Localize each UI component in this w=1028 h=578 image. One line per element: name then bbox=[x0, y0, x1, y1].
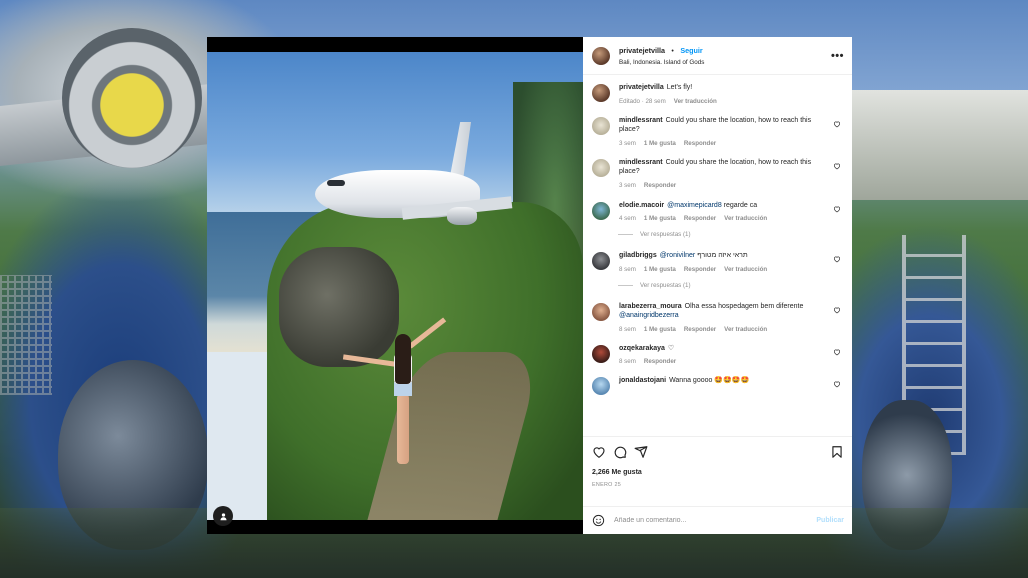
heart-icon[interactable] bbox=[833, 348, 841, 356]
post-date[interactable]: ENERO 25 bbox=[592, 482, 844, 488]
reply-button[interactable]: Responder bbox=[684, 266, 716, 273]
post-side-panel: privatejetvilla • Seguir Bali, Indonesia… bbox=[583, 37, 852, 534]
post-actions: 2,266 Me gusta ENERO 25 bbox=[583, 436, 852, 506]
heart-icon[interactable] bbox=[833, 162, 841, 170]
comment-username[interactable]: mindlessrant bbox=[619, 159, 663, 166]
comment-username[interactable]: elodie.macoir bbox=[619, 202, 664, 209]
comment-item: elodie.macoir @maximepicard8 regarde ca 4… bbox=[592, 201, 843, 222]
translate-link[interactable]: Ver traducción bbox=[724, 326, 767, 333]
heart-icon[interactable] bbox=[833, 380, 841, 388]
comment-item: giladbriggs @ronivilner תראי איזה מטורף 8… bbox=[592, 251, 843, 273]
comment-text: תראי איזה מטורף bbox=[695, 252, 748, 259]
avatar[interactable] bbox=[592, 302, 610, 321]
comment-text: Olha essa hospedagem bem diferente bbox=[684, 302, 804, 310]
comment-text: Wanna goooo 🤩🤩🤩🤩 bbox=[669, 377, 750, 384]
avatar[interactable] bbox=[592, 46, 610, 65]
comment-time[interactable]: 4 sem bbox=[619, 215, 636, 222]
bookmark-icon[interactable] bbox=[830, 445, 844, 459]
comment-item: mindlessrant Could you share the location… bbox=[592, 116, 843, 147]
avatar[interactable] bbox=[592, 377, 610, 395]
avatar[interactable] bbox=[592, 252, 610, 270]
more-icon[interactable]: ••• bbox=[831, 50, 844, 62]
view-replies-label: Ver respuestas (1) bbox=[640, 281, 691, 289]
post-media[interactable] bbox=[207, 37, 583, 534]
caption-username[interactable]: privatejetvilla bbox=[619, 84, 664, 91]
translate-link[interactable]: Ver traducción bbox=[674, 98, 717, 105]
avatar[interactable] bbox=[592, 344, 610, 363]
comment-time[interactable]: 8 sem bbox=[619, 266, 636, 273]
author-username[interactable]: privatejetvilla bbox=[619, 46, 665, 55]
reply-button[interactable]: Responder bbox=[644, 182, 676, 189]
avatar[interactable] bbox=[592, 158, 610, 177]
mention-link[interactable]: @anaingridbezerra bbox=[619, 312, 679, 319]
reply-button[interactable]: Responder bbox=[644, 358, 676, 365]
avatar[interactable] bbox=[592, 84, 610, 102]
comment-input[interactable] bbox=[614, 517, 817, 524]
comments-list[interactable]: privatejetvilla Let's fly! Editado · 28 s… bbox=[583, 75, 852, 436]
reply-button[interactable]: Responder bbox=[684, 140, 716, 147]
comment-text: regarde ca bbox=[721, 201, 758, 209]
follow-button[interactable]: Seguir bbox=[680, 46, 702, 55]
comment-item: larabezerra_moura Olha essa hospedagem be… bbox=[592, 302, 843, 333]
heart-icon[interactable] bbox=[833, 255, 841, 263]
view-replies-button[interactable]: Ver respuestas (1) bbox=[618, 282, 843, 289]
mention-link[interactable]: @maximepicard8 bbox=[667, 202, 722, 209]
view-replies-label: Ver respuestas (1) bbox=[640, 231, 691, 238]
comment-likes[interactable]: 1 Me gusta bbox=[644, 266, 676, 273]
likes-count[interactable]: 2,266 Me gusta bbox=[592, 469, 844, 476]
user-tag-icon[interactable] bbox=[213, 506, 233, 526]
comment-username[interactable]: ozqekarakaya bbox=[619, 345, 665, 352]
avatar[interactable] bbox=[592, 201, 610, 220]
heart-icon[interactable] bbox=[833, 306, 841, 314]
comment-item: ozqekarakaya ♡ 8 sem Responder bbox=[592, 344, 843, 365]
location-link[interactable]: Bali, Indonesia. Island of Gods bbox=[619, 57, 831, 68]
comment-icon[interactable] bbox=[613, 445, 627, 459]
comment-time[interactable]: 8 sem bbox=[619, 358, 636, 365]
comment-username[interactable]: jonaldastojani bbox=[619, 377, 666, 384]
translate-link[interactable]: Ver traducción bbox=[724, 215, 767, 222]
comment-likes[interactable]: 1 Me gusta bbox=[644, 326, 676, 333]
person bbox=[342, 317, 447, 484]
view-replies-button[interactable]: Ver respuestas (1) bbox=[618, 231, 843, 238]
caption: privatejetvilla Let's fly! Editado · 28 s… bbox=[592, 83, 843, 105]
comment-time[interactable]: 3 sem bbox=[619, 182, 636, 189]
comment-item: jonaldastojani Wanna goooo 🤩🤩🤩🤩 bbox=[592, 376, 843, 395]
heart-icon[interactable] bbox=[833, 205, 841, 213]
comment-username[interactable]: giladbriggs bbox=[619, 252, 657, 259]
post-photo bbox=[207, 52, 583, 520]
mention-link[interactable]: @ronivilner bbox=[660, 252, 696, 259]
comment-likes[interactable]: 1 Me gusta bbox=[644, 140, 676, 147]
edited-label: Editado · 28 sem bbox=[619, 97, 666, 105]
separator: • bbox=[671, 48, 674, 55]
avatar[interactable] bbox=[592, 116, 610, 135]
post-header: privatejetvilla • Seguir Bali, Indonesia… bbox=[583, 37, 852, 75]
comment-username[interactable]: larabezerra_moura bbox=[619, 303, 682, 310]
heart-icon[interactable] bbox=[833, 120, 841, 128]
publish-button[interactable]: Publicar bbox=[816, 517, 844, 524]
emoji-icon[interactable] bbox=[592, 514, 605, 527]
comment-text: ♡ bbox=[667, 344, 675, 352]
add-comment-bar: Publicar bbox=[583, 506, 852, 534]
reply-button[interactable]: Responder bbox=[684, 326, 716, 333]
comment-time[interactable]: 3 sem bbox=[619, 140, 636, 147]
comment-time[interactable]: 8 sem bbox=[619, 326, 636, 333]
post-modal: privatejetvilla • Seguir Bali, Indonesia… bbox=[207, 37, 852, 534]
comment-likes[interactable]: 1 Me gusta bbox=[644, 215, 676, 222]
heart-icon[interactable] bbox=[592, 445, 606, 459]
reply-button[interactable]: Responder bbox=[684, 215, 716, 222]
translate-link[interactable]: Ver traducción bbox=[724, 266, 767, 273]
caption-text: Let's fly! bbox=[666, 84, 693, 91]
comment-username[interactable]: mindlessrant bbox=[619, 117, 663, 124]
share-icon[interactable] bbox=[634, 445, 648, 459]
comment-item: mindlessrant Could you share the location… bbox=[592, 158, 843, 189]
